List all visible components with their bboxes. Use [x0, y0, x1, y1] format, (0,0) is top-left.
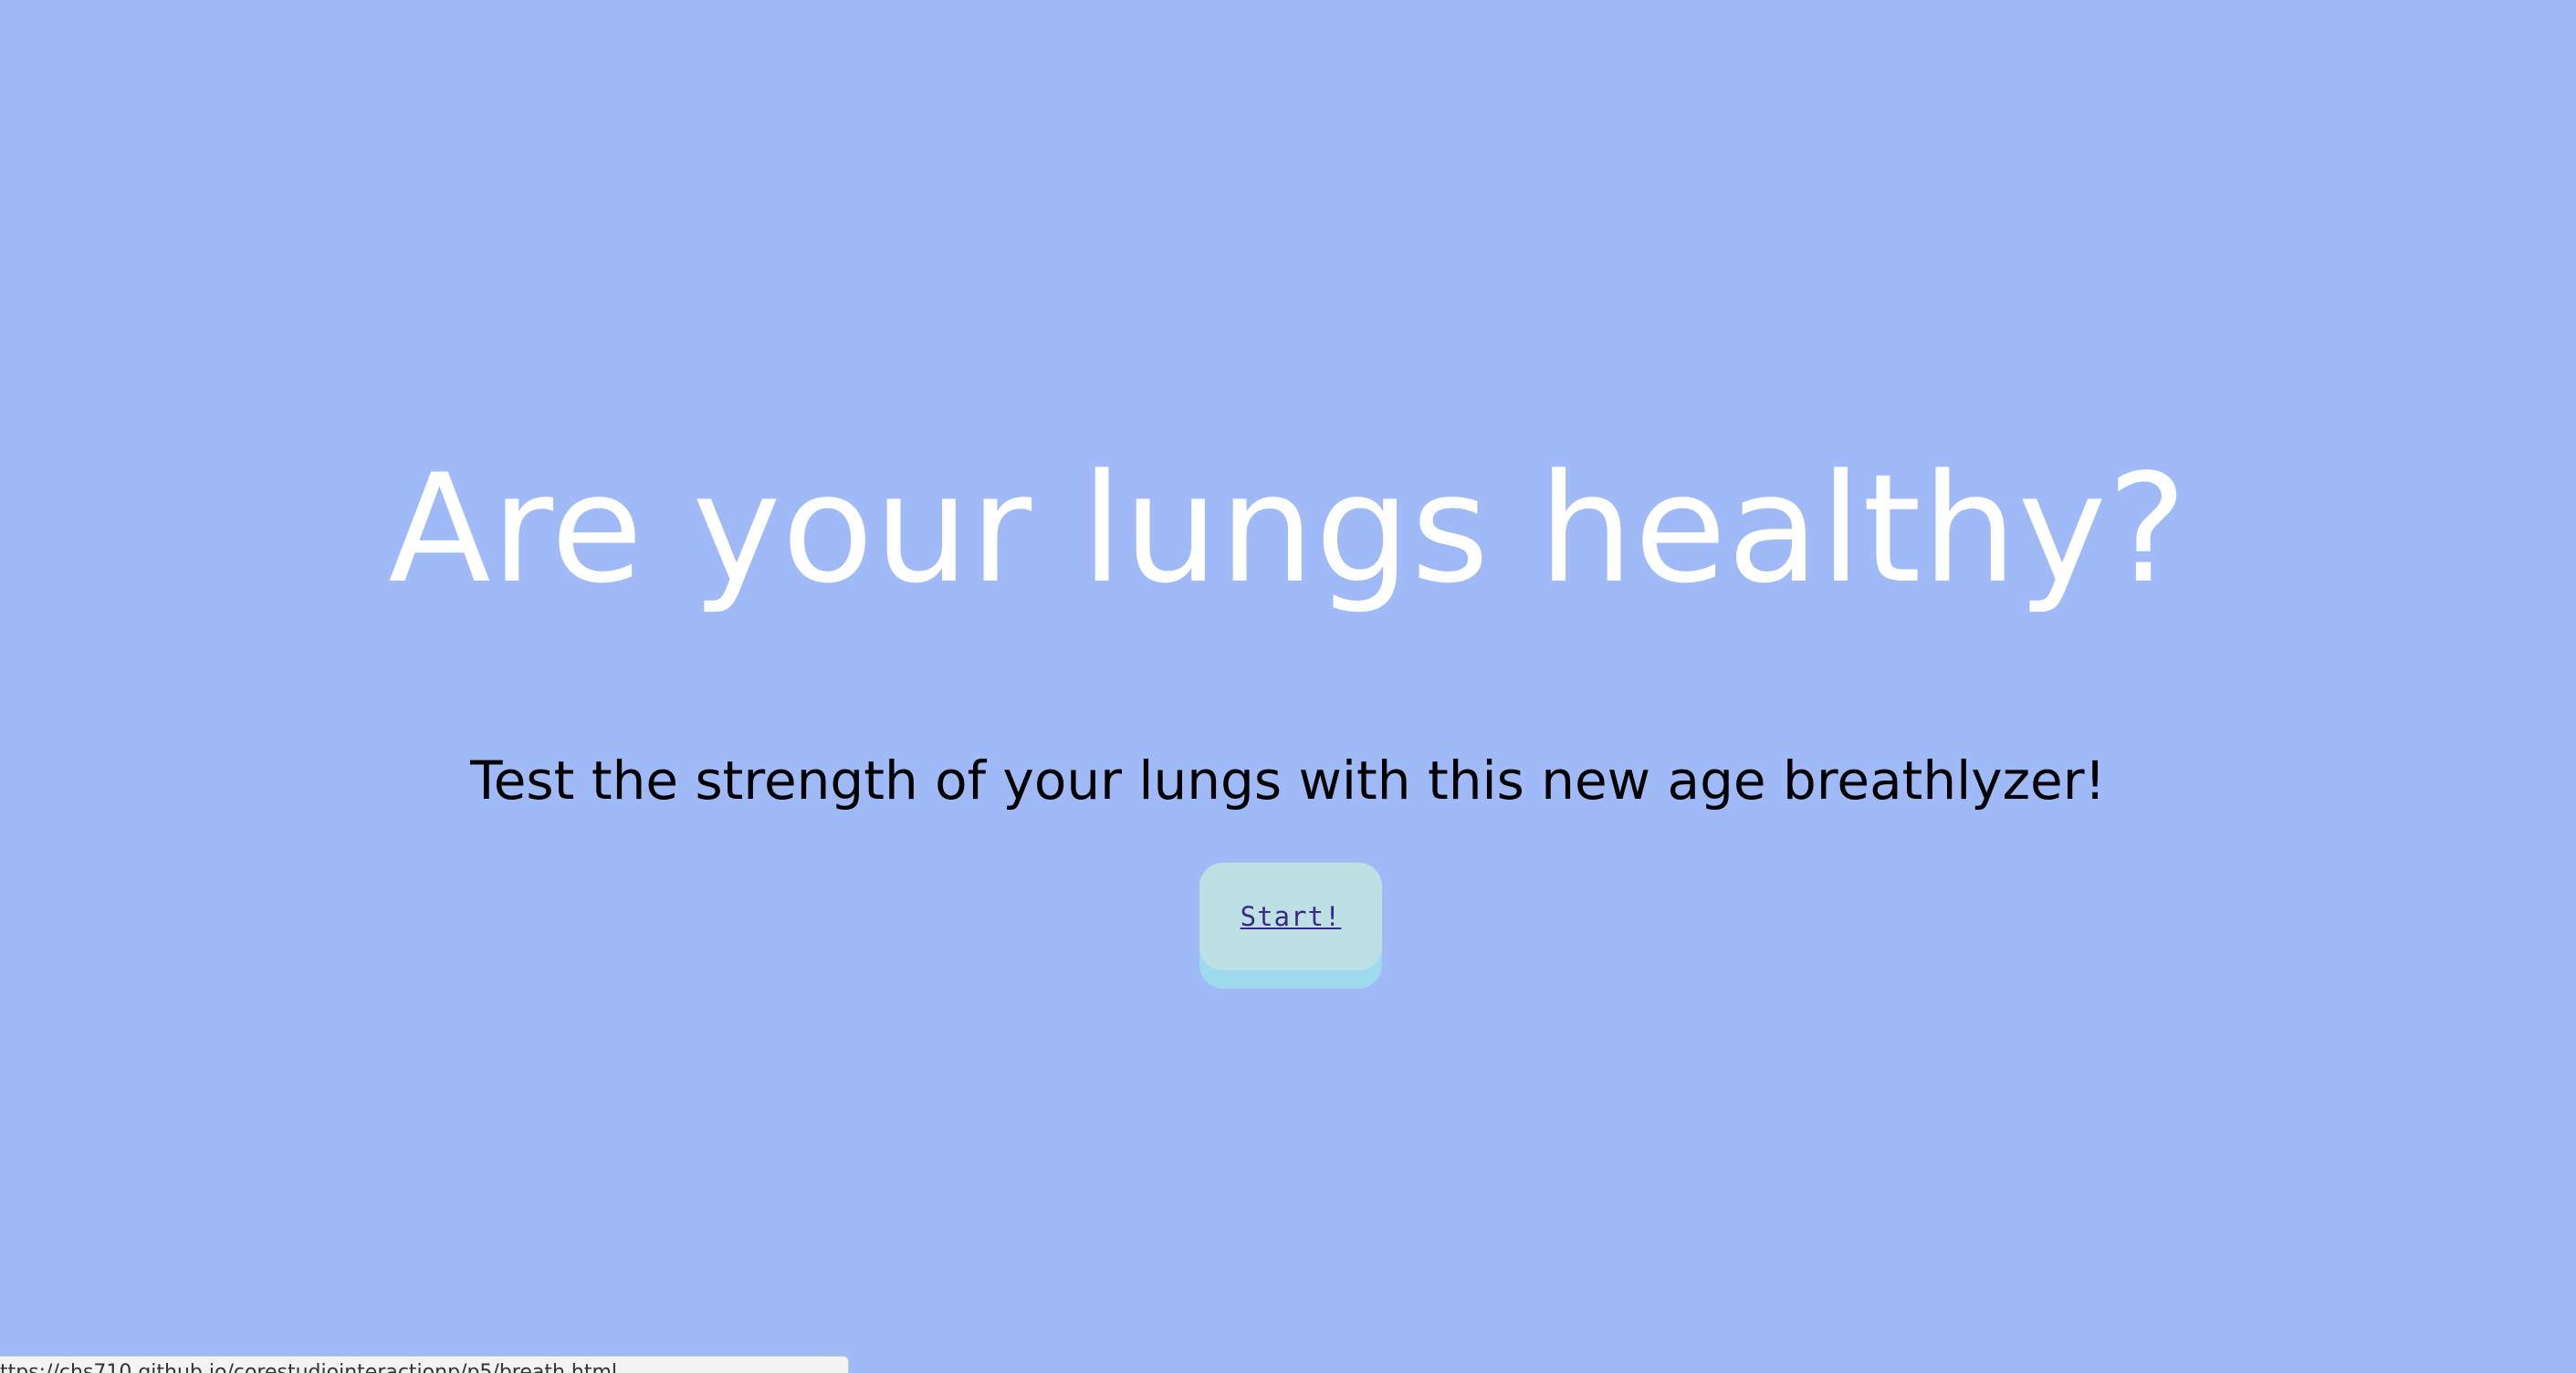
page-headline: Are your lungs healthy?	[388, 442, 2188, 616]
start-button-face[interactable]: Start!	[1199, 863, 1382, 970]
start-button[interactable]: Start!	[1199, 863, 1382, 989]
landing-hero: Are your lungs healthy? Test the strengt…	[0, 0, 2576, 1373]
page-subheadline: Test the strength of your lungs with thi…	[470, 749, 2106, 812]
status-bar-url: https://chs710.github.io/corestudiointer…	[0, 1356, 849, 1373]
start-button-label[interactable]: Start!	[1241, 901, 1342, 932]
